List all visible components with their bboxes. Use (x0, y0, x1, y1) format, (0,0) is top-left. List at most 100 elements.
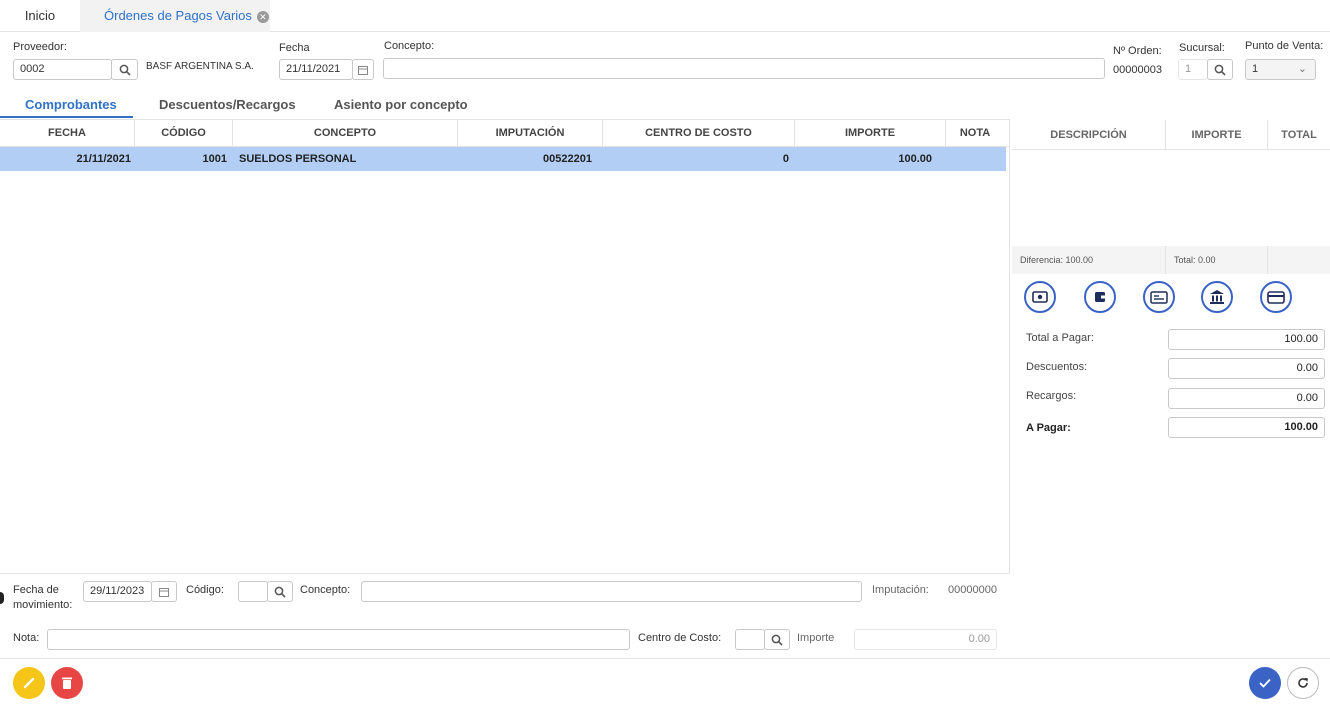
punto-venta-label: Punto de Venta: (1245, 40, 1324, 52)
search-icon (771, 634, 783, 646)
orden-label: Nº Orden: (1113, 45, 1162, 57)
refresh-icon (1298, 677, 1308, 688)
proveedor-label: Proveedor: (13, 41, 67, 53)
tab-comprobantes[interactable]: Comprobantes (25, 97, 117, 117)
check-payment-button[interactable] (1143, 281, 1175, 313)
tab-asiento-por-concepto[interactable]: Asiento por concepto (334, 97, 468, 117)
chevron-down-icon: ⌄ (1297, 63, 1307, 75)
descuentos-label: Descuentos: (1026, 361, 1088, 373)
sucursal-label: Sucursal: (1179, 42, 1225, 54)
column-descripcion[interactable]: DESCRIPCIÓN (1012, 120, 1166, 150)
sucursal-search-button[interactable] (1207, 59, 1233, 80)
card-payment-button[interactable] (1260, 281, 1292, 313)
codigo-search-button[interactable] (267, 581, 293, 602)
row-importe: 100.00 (898, 153, 932, 165)
concepto-input[interactable] (383, 58, 1105, 79)
centro-costo-input[interactable] (735, 629, 765, 650)
form-concepto-label: Concepto: (300, 584, 351, 596)
grid-header: FECHA CÓDIGO CONCEPTO IMPUTACIÓN CENTRO … (0, 120, 1009, 147)
active-tab-indicator (0, 116, 133, 118)
cash-payment-button[interactable] (1024, 281, 1056, 313)
total-text: Total: 0.00 (1166, 246, 1268, 274)
tab-descuentos-recargos[interactable]: Descuentos/Recargos (159, 97, 296, 117)
recargos-label: Recargos: (1026, 390, 1077, 402)
a-pagar-value: 100.00 (1168, 417, 1325, 438)
column-pago-importe[interactable]: IMPORTE (1166, 120, 1268, 150)
fecha-label: Fecha (279, 42, 310, 54)
tab-bar: Inicio Órdenes de Pagos Varios ✕ (0, 0, 1330, 32)
column-centro-costo[interactable]: CENTRO DE COSTO (603, 120, 795, 146)
total-pagar-label: Total a Pagar: (1026, 332, 1094, 344)
check-icon (1150, 290, 1168, 304)
centro-costo-search-button[interactable] (764, 629, 790, 650)
confirm-button[interactable] (1249, 667, 1281, 699)
calendar-icon (159, 587, 169, 597)
punto-venta-select[interactable]: 1 ⌄ (1245, 59, 1316, 80)
diferencia-text: Diferencia: 100.00 (1012, 246, 1166, 274)
importe-input[interactable]: 0.00 (854, 629, 997, 650)
a-pagar-label: A Pagar: (1026, 422, 1071, 434)
credit-card-icon (1267, 290, 1285, 304)
movimiento-form: Fecha de movimiento: 29/11/2023 Código: … (0, 574, 1010, 658)
proveedor-input[interactable]: 0002 (13, 59, 112, 80)
fecha-calendar-button[interactable] (352, 59, 374, 80)
form-concepto-input[interactable] (361, 581, 862, 602)
row-codigo: 1001 (202, 153, 227, 165)
fecha-input[interactable]: 21/11/2021 (279, 59, 353, 80)
descuentos-value: 0.00 (1168, 358, 1325, 379)
trash-icon (62, 677, 72, 689)
column-fecha[interactable]: FECHA (0, 120, 135, 146)
tab-ordenes-label: Órdenes de Pagos Varios (104, 8, 252, 23)
bank-payment-button[interactable] (1201, 281, 1233, 313)
codigo-label: Código: (186, 584, 224, 596)
fecha-movimiento-calendar-button[interactable] (151, 581, 177, 602)
orden-value: 00000003 (1113, 64, 1162, 76)
wallet-icon (1095, 292, 1105, 302)
comprobantes-grid: FECHA CÓDIGO CONCEPTO IMPUTACIÓN CENTRO … (0, 119, 1010, 574)
row-concepto: SUELDOS PERSONAL (239, 153, 357, 165)
search-icon (119, 64, 131, 76)
edit-button[interactable] (13, 667, 45, 699)
search-icon (1214, 64, 1226, 76)
centro-costo-label: Centro de Costo: (638, 632, 722, 644)
tab-inicio[interactable]: Inicio (0, 0, 80, 32)
proveedor-name: BASF ARGENTINA S.A. (146, 61, 254, 72)
column-concepto[interactable]: CONCEPTO (233, 120, 458, 146)
checkmark-icon (1259, 678, 1271, 688)
wallet-payment-button[interactable] (1084, 281, 1116, 313)
sucursal-input[interactable]: 1 (1178, 59, 1208, 80)
row-fecha: 21/11/2021 (76, 153, 131, 165)
expand-handle-icon[interactable] (0, 592, 4, 604)
imputacion-value: 00000000 (948, 584, 997, 596)
punto-venta-value: 1 (1252, 63, 1259, 75)
concepto-label: Concepto: (384, 40, 435, 52)
delete-button[interactable] (51, 667, 83, 699)
nota-input[interactable] (47, 629, 630, 650)
table-row[interactable]: 21/11/2021 1001 SUELDOS PERSONAL 0052220… (0, 147, 1006, 171)
bank-icon (1210, 290, 1224, 304)
column-nota[interactable]: NOTA (946, 120, 1004, 146)
calendar-icon (358, 65, 368, 75)
row-centro-costo: 0 (782, 153, 789, 165)
imputacion-label: Imputación: (872, 584, 929, 596)
proveedor-search-button[interactable] (111, 59, 138, 80)
refresh-button[interactable] (1287, 667, 1319, 699)
tab-ordenes-pagos-varios[interactable]: Órdenes de Pagos Varios ✕ (80, 0, 270, 32)
fecha-movimiento-label: Fecha de movimiento: (13, 584, 73, 611)
cash-icon (1032, 291, 1048, 303)
close-tab-icon[interactable]: ✕ (256, 10, 269, 23)
column-imputacion[interactable]: IMPUTACIÓN (458, 120, 603, 146)
total-pagar-value: 100.00 (1168, 329, 1325, 350)
fecha-movimiento-input[interactable]: 29/11/2023 (83, 581, 152, 602)
column-total[interactable]: TOTAL (1268, 120, 1330, 150)
column-codigo[interactable]: CÓDIGO (135, 120, 233, 146)
nota-label: Nota: (13, 632, 40, 644)
search-icon (274, 586, 286, 598)
column-importe[interactable]: IMPORTE (795, 120, 946, 146)
total-footer-empty (1268, 246, 1330, 274)
footer-toolbar (0, 658, 1330, 717)
recargos-value: 0.00 (1168, 388, 1325, 409)
row-nota (946, 147, 1004, 171)
codigo-input[interactable] (238, 581, 268, 602)
pencil-icon (23, 677, 35, 689)
